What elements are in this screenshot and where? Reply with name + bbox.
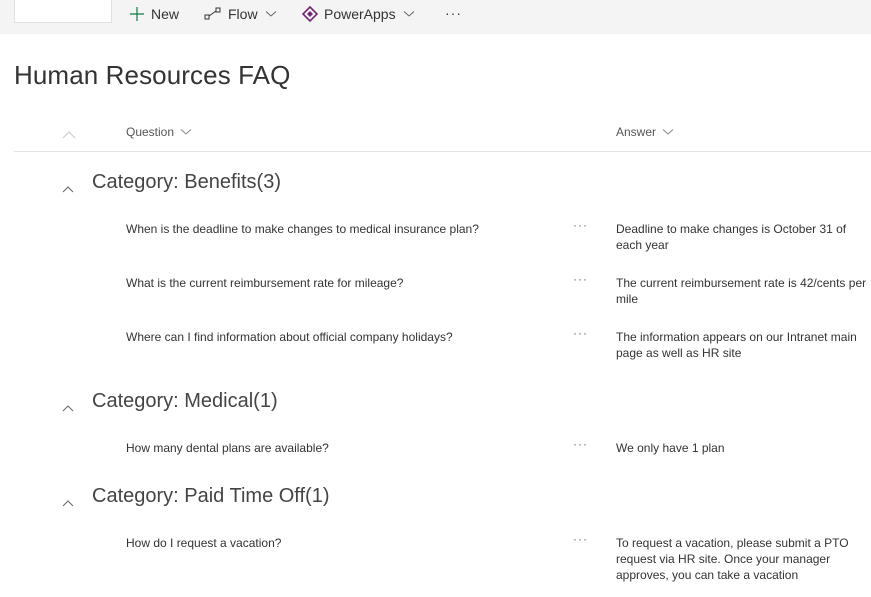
question-cell[interactable]: When is the deadline to make changes to … (126, 221, 556, 237)
flow-button-label: Flow (228, 6, 258, 22)
chevron-down-icon (180, 128, 192, 136)
group-title: Category: Medical(1) (92, 389, 278, 412)
plus-icon (129, 6, 145, 22)
flow-icon (204, 7, 222, 21)
powerapps-icon (302, 6, 318, 22)
powerapps-button-label: PowerApps (324, 6, 396, 22)
list-column-header: Question Answer (14, 120, 871, 152)
column-header-question[interactable]: Question (126, 125, 192, 139)
question-cell[interactable]: How many dental plans are available? (126, 440, 556, 456)
column-header-answer[interactable]: Answer (616, 125, 674, 139)
new-button[interactable]: New (129, 4, 179, 24)
column-header-answer-label: Answer (616, 125, 657, 139)
powerapps-menu-button[interactable]: PowerApps (302, 4, 415, 24)
page-title: Human Resources FAQ (14, 60, 291, 90)
row-more-icon[interactable]: ··· (573, 272, 591, 286)
collapse-group-icon[interactable] (58, 398, 78, 412)
collapse-group-icon[interactable] (58, 179, 78, 193)
answer-cell: We only have 1 plan (616, 441, 725, 455)
command-bar: New Flow PowerApps ··· (0, 0, 871, 34)
group-title: Category: Benefits(3) (92, 170, 281, 193)
group-header-medical: Category: Medical(1) (58, 386, 278, 416)
search-box[interactable] (14, 0, 112, 23)
group-title: Category: Paid Time Off(1) (92, 484, 330, 507)
collapse-group-icon[interactable] (58, 493, 78, 507)
collapse-all-icon[interactable] (62, 127, 76, 139)
answer-cell: To request a vacation, please submit a P… (616, 536, 849, 582)
column-header-question-label: Question (126, 125, 175, 139)
flow-menu-button[interactable]: Flow (204, 4, 277, 24)
question-cell[interactable]: How do I request a vacation? (126, 535, 556, 551)
more-options-button[interactable]: ··· (445, 3, 462, 23)
chevron-down-icon (403, 10, 415, 18)
chevron-down-icon (662, 128, 674, 136)
answer-cell: The information appears on our Intranet … (616, 330, 857, 360)
answer-cell: Deadline to make changes is October 31 o… (616, 222, 847, 252)
new-button-label: New (151, 6, 180, 22)
row-more-icon[interactable]: ··· (573, 532, 591, 546)
answer-cell: The current reimbursement rate is 42/cen… (616, 276, 867, 306)
question-cell[interactable]: What is the current reimbursement rate f… (126, 275, 556, 291)
group-header-paid-time-off: Category: Paid Time Off(1) (58, 481, 330, 511)
row-more-icon[interactable]: ··· (573, 326, 591, 340)
group-header-benefits: Category: Benefits(3) (58, 167, 281, 197)
row-more-icon[interactable]: ··· (573, 437, 591, 451)
row-more-icon[interactable]: ··· (573, 218, 591, 232)
chevron-down-icon (265, 10, 277, 18)
question-cell[interactable]: Where can I find information about offic… (126, 329, 556, 345)
more-icon: ··· (445, 5, 462, 21)
